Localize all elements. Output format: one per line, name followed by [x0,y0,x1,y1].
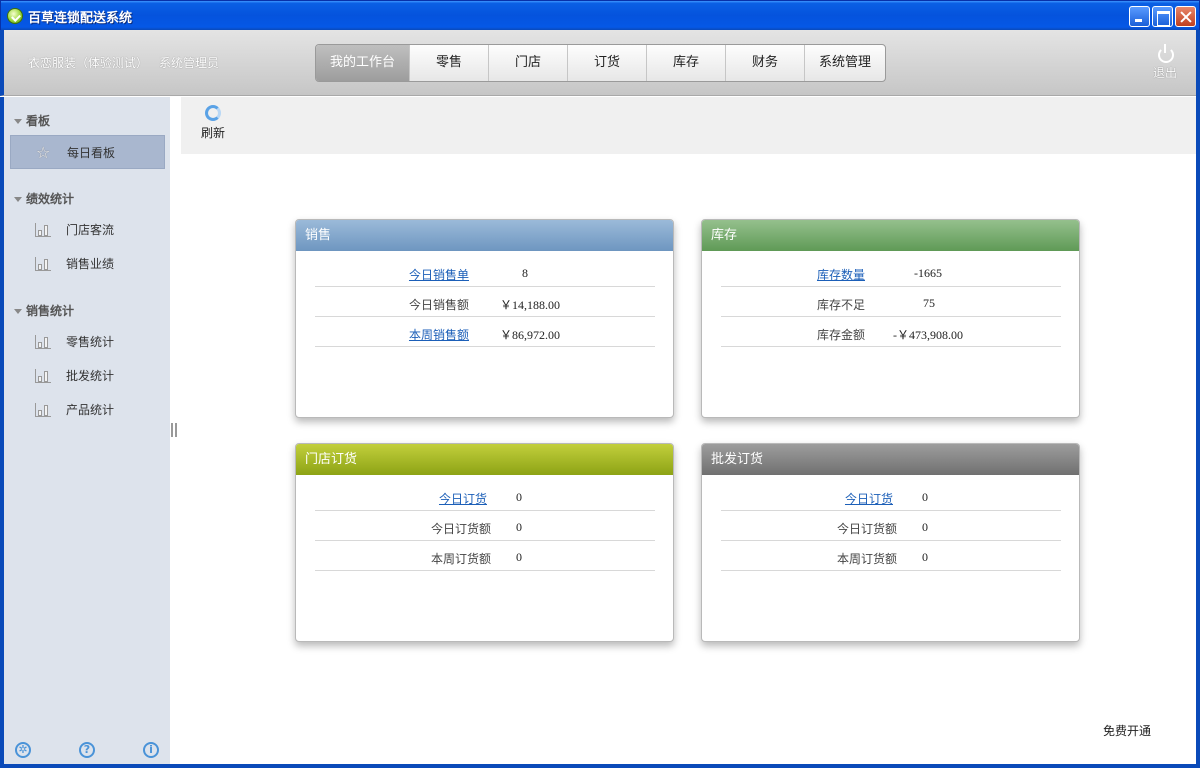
card-title: 门店订货 [296,444,673,475]
gear-icon[interactable]: ✲ [15,742,31,758]
table-row: 本周订货额 0 [721,541,1061,571]
table-row: 今日订货 0 [721,481,1061,511]
window-title: 百草连锁配送系统 [28,11,133,26]
sidebar-item-retail-stats[interactable]: 零售统计 [10,325,165,359]
help-icon[interactable]: ? [79,742,95,758]
main-nav-tabs: 我的工作台 零售 门店 订货 库存 财务 系统管理 [315,44,886,82]
table-row: 本周订货额 0 [315,541,655,571]
refresh-icon [205,105,221,121]
maximize-button[interactable] [1152,6,1173,27]
tab-system-admin[interactable]: 系统管理 [805,45,885,81]
app-logo-icon [7,8,23,24]
sidebar-group-performance[interactable]: 绩效统计 [14,190,74,207]
logout-label: 退出 [1152,66,1177,80]
sidebar-group-sales-stats[interactable]: 销售统计 [14,302,74,319]
tab-ordering[interactable]: 订货 [568,45,647,81]
card-title: 销售 [296,220,673,251]
week-order-amount-value: 0 [516,550,522,564]
today-sales-orders-link[interactable]: 今日销售单 [409,266,469,283]
stock-shortage-label: 库存不足 [816,298,865,312]
store-order-card: 门店订货 今日订货 0 今日订货额 0 本周订货额 0 [295,443,674,642]
today-order-value: 0 [516,490,522,504]
collapse-caret-icon [14,309,22,314]
week-sales-amount-value: ￥86,972.00 [500,328,561,342]
window-frame-bottom [0,764,1200,768]
minimize-button[interactable] [1129,6,1150,27]
week-order-amount-label: 本周订货额 [430,552,491,566]
today-sales-amount-label: 今日销售额 [408,298,469,312]
stock-quantity-value: -1665 [914,266,942,280]
app-header: 衣恋服装（体验测试） 系统管理员 我的工作台 零售 门店 订货 库存 财务 系统… [0,30,1200,96]
toolbar: 刷新 [181,97,1196,154]
today-order-amount-value: 0 [516,520,522,534]
table-row: 库存数量 -1665 [721,257,1061,287]
power-icon [1157,44,1174,63]
stock-quantity-link[interactable]: 库存数量 [817,266,865,283]
sidebar-item-wholesale-stats[interactable]: 批发统计 [10,359,165,393]
bar-chart-icon [35,257,51,271]
window-frame-right [1196,30,1200,768]
today-sales-orders-value: 8 [522,266,528,280]
sidebar-item-daily-dashboard[interactable]: ☆ 每日看板 [10,135,165,169]
inventory-card: 库存 库存数量 -1665 库存不足 75 库存金额 -￥473,908.00 [701,219,1080,418]
table-row: 今日订货额 0 [721,511,1061,541]
table-row: 今日订货额 0 [315,511,655,541]
collapse-caret-icon [14,197,22,202]
today-order-amount-label: 今日订货额 [430,522,491,536]
tab-store[interactable]: 门店 [489,45,568,81]
sidebar-item-sales-performance[interactable]: 销售业绩 [10,247,165,281]
table-row: 今日销售额 ￥14,188.00 [315,287,655,317]
window-title-bar[interactable]: 百草连锁配送系统 [0,0,1200,30]
table-row: 今日订货 0 [315,481,655,511]
sidebar-splitter[interactable] [171,423,177,437]
today-order-value: 0 [922,490,928,504]
star-icon: ☆ [36,143,51,162]
today-order-link[interactable]: 今日订货 [845,490,893,507]
free-open-link[interactable]: 免费开通 [1103,722,1151,739]
logout-button[interactable]: 退出 [1150,44,1180,81]
bar-chart-icon [35,403,51,417]
collapse-caret-icon [14,119,22,124]
week-sales-amount-link[interactable]: 本周销售额 [409,326,469,343]
company-name: 衣恋服装（体验测试） [28,56,149,70]
tab-inventory[interactable]: 库存 [647,45,726,81]
week-order-amount-value: 0 [922,550,928,564]
user-role: 系统管理员 [159,56,220,70]
info-icon[interactable]: i [143,742,159,758]
table-row: 本周销售额 ￥86,972.00 [315,317,655,347]
sidebar-group-dashboard[interactable]: 看板 [14,112,50,129]
bar-chart-icon [35,369,51,383]
table-row: 库存不足 75 [721,287,1061,317]
sidebar-item-product-stats[interactable]: 产品统计 [10,393,165,427]
wholesale-order-card: 批发订货 今日订货 0 今日订货额 0 本周订货额 0 [701,443,1080,642]
stock-amount-label: 库存金额 [816,328,865,342]
bar-chart-icon [35,335,51,349]
today-order-link[interactable]: 今日订货 [439,490,487,507]
card-title: 批发订货 [702,444,1079,475]
today-order-amount-value: 0 [922,520,928,534]
table-row: 库存金额 -￥473,908.00 [721,317,1061,347]
bar-chart-icon [35,223,51,237]
tab-finance[interactable]: 财务 [726,45,805,81]
tab-retail[interactable]: 零售 [410,45,489,81]
today-sales-amount-value: ￥14,188.00 [500,298,561,312]
close-button[interactable] [1175,6,1196,27]
sales-card: 销售 今日销售单 8 今日销售额 ￥14,188.00 本周销售额 ￥86,97… [295,219,674,418]
sidebar-item-store-traffic[interactable]: 门店客流 [10,213,165,247]
sidebar: 看板 ☆ 每日看板 绩效统计 门店客流 销售业绩 销售统计 零售统计 批发统计 … [0,97,170,768]
card-title: 库存 [702,220,1079,251]
table-row: 今日销售单 8 [315,257,655,287]
today-order-amount-label: 今日订货额 [836,522,897,536]
week-order-amount-label: 本周订货额 [836,552,897,566]
stock-shortage-value: 75 [923,296,935,310]
tab-my-workbench[interactable]: 我的工作台 [316,45,410,81]
stock-amount-value: -￥473,908.00 [893,328,963,342]
refresh-button[interactable]: 刷新 [198,105,228,141]
